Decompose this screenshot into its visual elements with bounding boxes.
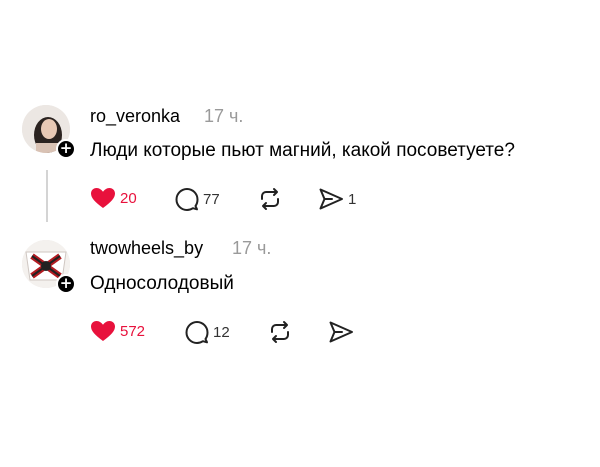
reply-button[interactable]: 12 — [185, 320, 230, 344]
heart-icon — [91, 188, 115, 208]
follow-plus-icon[interactable]: + — [56, 139, 76, 159]
timestamp: 17 ч. — [204, 106, 244, 126]
reply-count: 12 — [213, 323, 230, 341]
timestamp: 17 ч. — [232, 238, 272, 258]
like-count: 572 — [120, 322, 146, 340]
repost-button[interactable] — [258, 187, 282, 211]
repost-icon — [271, 321, 289, 343]
avatar-twowheels-by[interactable]: + — [22, 240, 76, 294]
heart-icon — [91, 321, 115, 341]
username[interactable]: ro_veronka — [90, 106, 180, 127]
share-count: 1 — [348, 190, 357, 208]
avatar-ro-veronka[interactable]: + — [22, 105, 76, 159]
repost-button[interactable] — [268, 320, 292, 344]
repost-icon — [261, 188, 279, 210]
like-button[interactable]: 572 — [90, 320, 145, 342]
post-text: Люди которые пьют магний, какой посовету… — [90, 140, 515, 161]
send-icon — [319, 188, 343, 210]
share-button[interactable]: 1 — [318, 187, 356, 211]
post-text: Односолодовый — [90, 273, 234, 294]
like-button[interactable]: 20 — [90, 187, 137, 209]
thread-line — [46, 170, 48, 222]
follow-plus-icon[interactable]: + — [56, 274, 76, 294]
reply-count: 77 — [203, 190, 220, 208]
username[interactable]: twowheels_by — [90, 238, 203, 259]
comment-icon — [185, 321, 209, 344]
reply-button[interactable]: 77 — [175, 187, 220, 211]
send-icon — [329, 321, 353, 343]
share-button[interactable] — [328, 320, 354, 344]
comment-icon — [175, 188, 199, 211]
like-count: 20 — [120, 189, 137, 207]
